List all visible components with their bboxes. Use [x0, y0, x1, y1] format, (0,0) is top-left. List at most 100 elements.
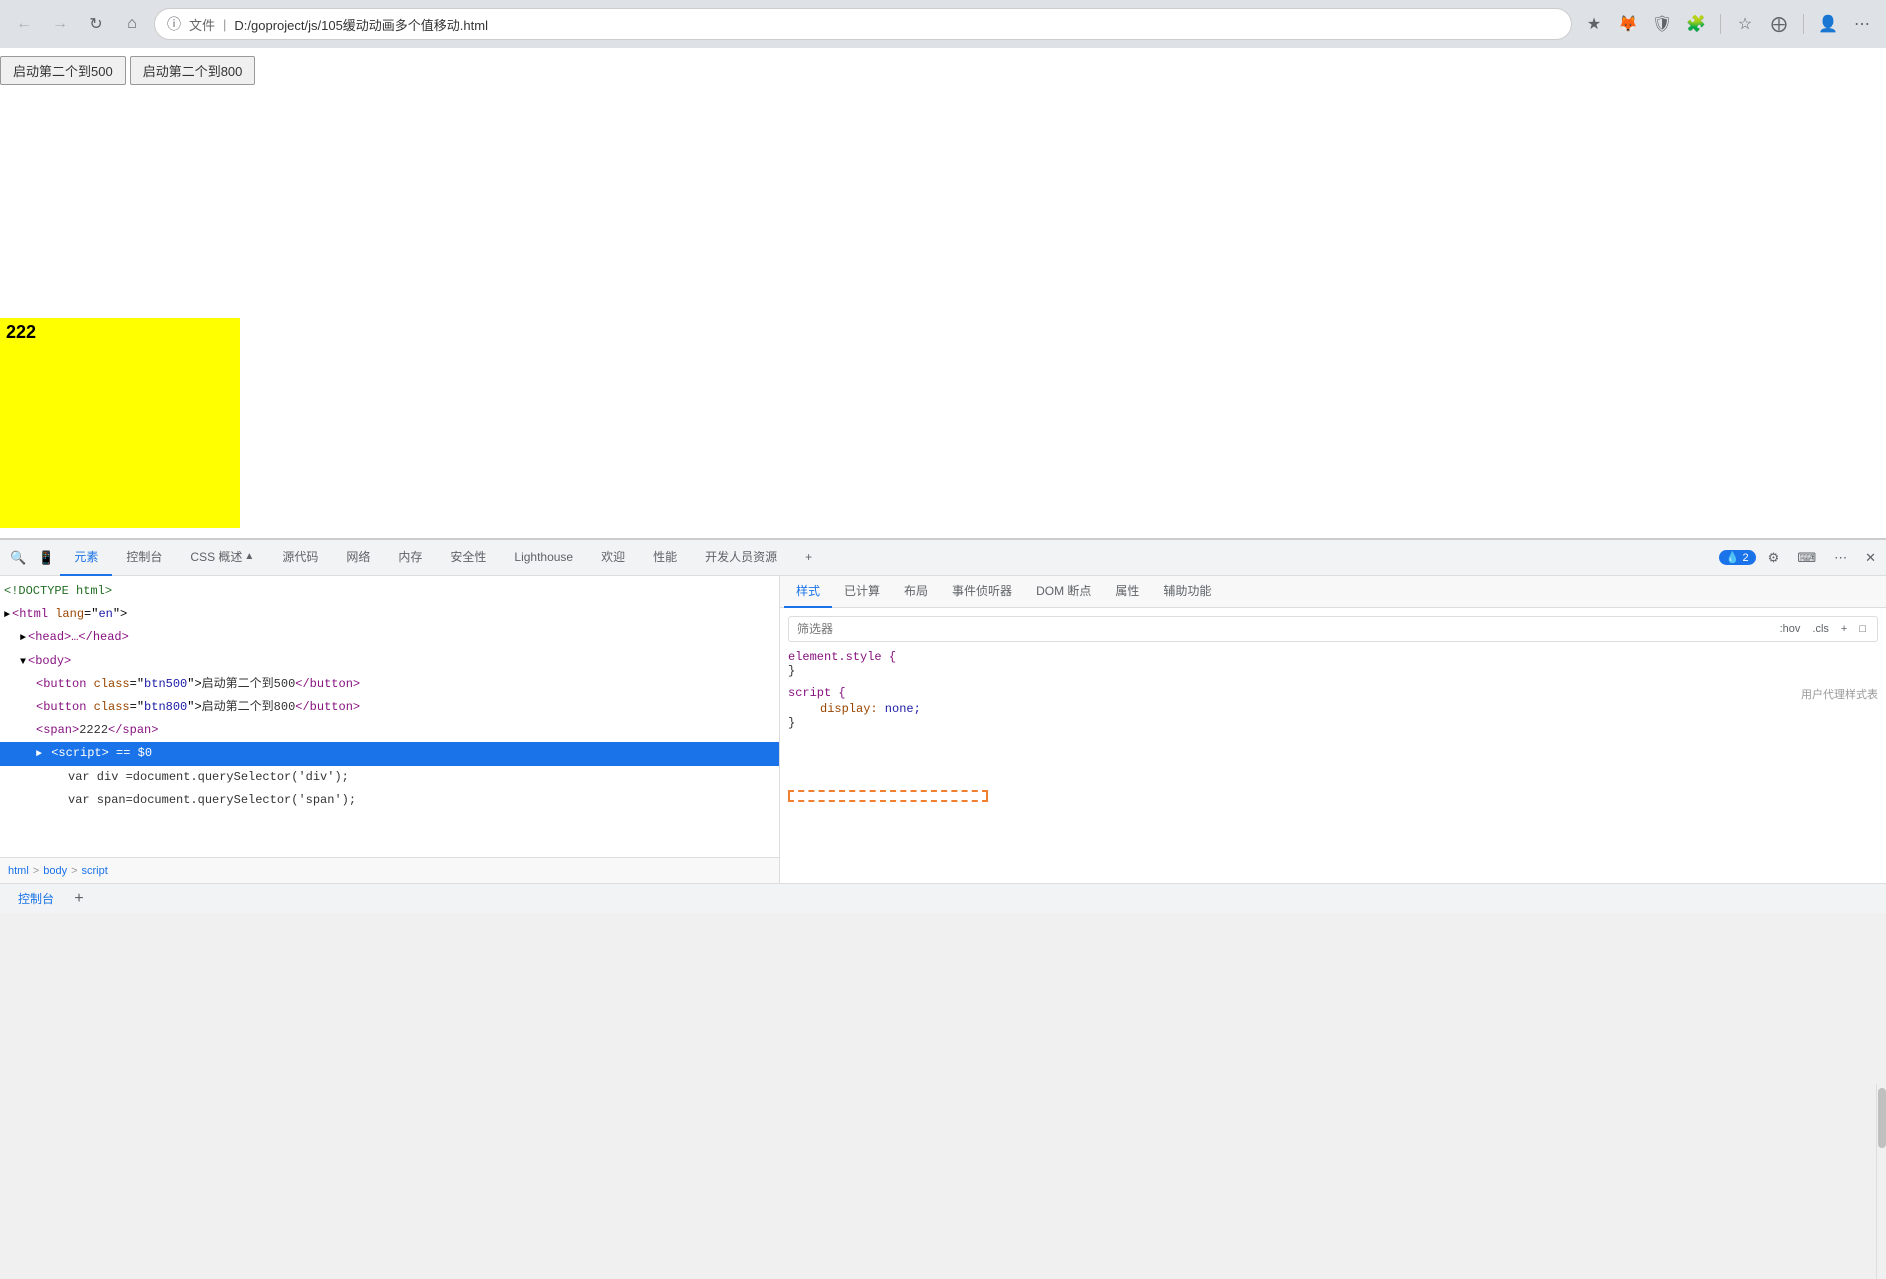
style-rule-element: element.style { } — [788, 650, 1878, 678]
toolbar-separator2 — [1803, 14, 1804, 34]
styles-label: 样式 — [796, 582, 820, 599]
btn-500[interactable]: 启动第二个到500 — [0, 56, 126, 85]
breadcrumb-body[interactable]: body — [43, 865, 67, 877]
code1-text: var div =document.querySelector('div'); — [68, 770, 349, 784]
tab-memory-label: 内存 — [398, 548, 422, 565]
shield-button[interactable]: 🛡 — [1648, 10, 1676, 38]
tab-add[interactable]: + — [791, 540, 826, 576]
styles-highlight-indicator — [788, 790, 988, 802]
tab-elements-label: 元素 — [74, 548, 98, 565]
dom-line-body[interactable]: ▼<body> — [0, 650, 779, 673]
tab-network[interactable]: 网络 — [332, 540, 384, 576]
forward-button[interactable]: → — [46, 10, 74, 38]
tab-security[interactable]: 安全性 — [436, 540, 500, 576]
doctype-text: <!DOCTYPE html> — [4, 584, 112, 598]
devtools-settings-btn[interactable]: ⚙ — [1762, 547, 1786, 569]
styles-tab-listeners[interactable]: 事件侦听器 — [940, 576, 1024, 608]
dom-line-code2[interactable]: var span=document.querySelector('span'); — [0, 789, 779, 812]
head-triangle[interactable]: ► — [20, 633, 26, 644]
listeners-label: 事件侦听器 — [952, 582, 1012, 599]
yellow-box: 222 — [0, 318, 240, 528]
bottom-tab-console[interactable]: 控制台 — [8, 887, 64, 910]
styles-filter-input[interactable] — [797, 622, 1771, 636]
star-button[interactable]: ☆ — [1731, 10, 1759, 38]
page-content: 启动第二个到500 启动第二个到800 222 — [0, 48, 1886, 538]
btn500-open: <button — [36, 677, 86, 691]
breadcrumb-sep1: > — [33, 865, 39, 877]
btn800-class-val: btn800 — [144, 700, 187, 714]
dom-line-doctype[interactable]: <!DOCTYPE html> — [0, 580, 779, 603]
code2-text: var span=document.querySelector('span'); — [68, 793, 356, 807]
breadcrumb-script[interactable]: script — [82, 865, 108, 877]
home-button[interactable]: ⌂ — [118, 10, 146, 38]
styles-tab-accessibility[interactable]: 辅助功能 — [1151, 576, 1223, 608]
styles-tab-dom-breakpoints[interactable]: DOM 断点 — [1024, 576, 1103, 608]
script-selector[interactable]: script { — [788, 686, 846, 702]
bottom-add-button[interactable]: + — [68, 888, 90, 910]
tab-css-label: CSS 概述 — [190, 548, 242, 565]
btn-800[interactable]: 启动第二个到800 — [130, 56, 256, 85]
span-open: <span> — [36, 723, 79, 737]
tab-security-label: 安全性 — [450, 548, 486, 565]
tab-css[interactable]: CSS 概述 ▲ — [176, 540, 268, 576]
dom-line-script[interactable]: ► <script> == $0 — [0, 742, 779, 765]
devtools-remote-btn[interactable]: ⌨ — [1791, 547, 1822, 569]
devtools-badge: 💧 2 — [1719, 550, 1756, 565]
script-rule-header: script { 用户代理样式表 — [788, 686, 1878, 702]
dom-line-btn800[interactable]: <button class="btn800">启动第二个到800</button… — [0, 696, 779, 719]
btn800-close: </button> — [295, 700, 360, 714]
styles-tabs: 样式 已计算 布局 事件侦听器 DOM 断点 属性 辅助功能 — [780, 576, 1886, 608]
script-display-prop: display: none; — [788, 702, 1878, 716]
dom-line-span[interactable]: <span>2222</span> — [0, 719, 779, 742]
styles-tab-styles[interactable]: 样式 — [784, 576, 832, 608]
toolbar-separator — [1720, 14, 1721, 34]
element-style-selector[interactable]: element.style { — [788, 650, 1878, 664]
span-text: 2222 — [79, 723, 108, 737]
tab-performance[interactable]: 性能 — [639, 540, 691, 576]
dom-line-btn500[interactable]: <button class="btn500">启动第二个到500</button… — [0, 673, 779, 696]
menu-button[interactable]: ⋯ — [1848, 10, 1876, 38]
profile-button[interactable]: 👤 — [1814, 10, 1842, 38]
tab-button[interactable]: ⨁ — [1765, 10, 1793, 38]
puzzle-button[interactable]: 🧩 — [1682, 10, 1710, 38]
tab-devresources[interactable]: 开发人员资源 — [691, 540, 791, 576]
reload-button[interactable]: ↻ — [82, 10, 110, 38]
html-triangle[interactable]: ► — [4, 610, 10, 621]
tab-add-label: + — [805, 550, 812, 564]
breadcrumb-html[interactable]: html — [8, 865, 29, 877]
styles-filter-actions: :hov .cls + □ — [1777, 622, 1869, 636]
filter-hov-btn[interactable]: :hov — [1777, 622, 1804, 636]
styles-tab-layout[interactable]: 布局 — [892, 576, 940, 608]
dom-line-html[interactable]: ►<html lang="en"> — [0, 603, 779, 626]
dom-line-code1[interactable]: var div =document.querySelector('div'); — [0, 766, 779, 789]
filter-box-btn[interactable]: □ — [1856, 622, 1869, 636]
head-tag: <head>…</head> — [28, 630, 129, 644]
tab-elements[interactable]: 元素 — [60, 540, 112, 576]
styles-filter-bar: :hov .cls + □ — [788, 616, 1878, 642]
dom-content[interactable]: <!DOCTYPE html> ►<html lang="en"> ►<head… — [0, 576, 779, 857]
back-button[interactable]: ← — [10, 10, 38, 38]
css-tab-icon: ▲ — [244, 551, 254, 562]
devtools-close-btn[interactable]: ✕ — [1859, 547, 1882, 569]
tab-lighthouse[interactable]: Lighthouse — [500, 540, 587, 576]
styles-tab-properties[interactable]: 属性 — [1103, 576, 1151, 608]
filter-cls-btn[interactable]: .cls — [1809, 622, 1832, 636]
address-bar[interactable]: ⓘ 文件 | D:/goproject/js/105缓动动画多个值移动.html — [154, 8, 1572, 40]
styles-tab-computed[interactable]: 已计算 — [832, 576, 892, 608]
script-source: 用户代理样式表 — [1801, 686, 1878, 702]
tab-console[interactable]: 控制台 — [112, 540, 176, 576]
filter-add-btn[interactable]: + — [1838, 622, 1850, 636]
devtools-device-btn[interactable]: 📱 — [32, 547, 60, 569]
tab-sources[interactable]: 源代码 — [268, 540, 332, 576]
tab-memory[interactable]: 内存 — [384, 540, 436, 576]
tab-welcome[interactable]: 欢迎 — [587, 540, 639, 576]
devtools-more-btn[interactable]: ⋯ — [1828, 547, 1853, 569]
bookmark-button[interactable]: ★ — [1580, 10, 1608, 38]
computed-label: 已计算 — [844, 582, 880, 599]
devtools-inspect-btn[interactable]: 🔍 — [4, 547, 32, 569]
metamask-button[interactable]: 🦊 — [1614, 10, 1642, 38]
body-triangle[interactable]: ▼ — [20, 657, 26, 668]
styles-content: :hov .cls + □ element.style { } — [780, 608, 1886, 883]
dom-line-head[interactable]: ►<head>…</head> — [0, 626, 779, 649]
script-triangle[interactable]: ► — [36, 749, 42, 760]
